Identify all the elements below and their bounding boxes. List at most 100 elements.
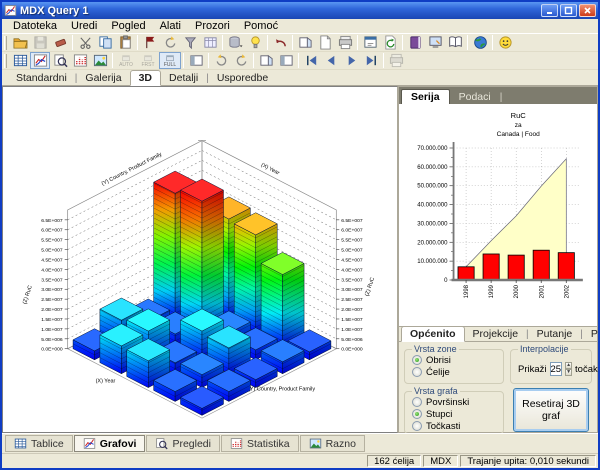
image-icon [93,53,108,68]
clear-button[interactable] [50,34,70,51]
tables-view-button[interactable] [10,52,30,69]
menu-item-2[interactable]: Pogled [104,20,152,32]
filter-button[interactable] [180,34,200,51]
maximize-button[interactable] [560,4,577,17]
tab-galerija[interactable]: Galerija [77,71,129,85]
copy-button[interactable] [95,34,115,51]
fit-auto-button[interactable]: AUTO [115,52,137,69]
refresh-button[interactable] [380,34,400,51]
chart-3d[interactable]: 0.0E+000 0.0E+000 5.0E+006 5.0E+006 1.0E+007… [3,87,397,432]
about-button[interactable] [495,34,515,51]
radio-option-stupci[interactable]: Stupci [412,408,498,420]
open-button[interactable] [10,34,30,51]
pivot-button[interactable] [140,34,160,51]
menu-item-3[interactable]: Alati [153,20,188,32]
misc-view-button[interactable] [90,52,110,69]
spin-up-icon[interactable]: ▲ [565,362,573,369]
grid-chart-button[interactable] [200,34,220,51]
minimize-button[interactable] [541,4,558,17]
card-view-button[interactable] [186,52,206,69]
paste-button[interactable] [115,34,135,51]
z-tick-label-right: 5.0E+006 [341,337,363,343]
radio-icon[interactable] [412,367,422,377]
manual-button[interactable] [445,34,465,51]
bottom-tab-pregledi[interactable]: Pregledi [146,435,220,452]
print-button[interactable] [335,34,355,51]
tab-3d[interactable]: 3D [129,70,162,86]
points-input[interactable]: 25 [549,362,563,376]
radio-icon[interactable] [412,409,422,419]
help-book-button[interactable] [405,34,425,51]
menu-item-4[interactable]: Prozori [188,20,237,32]
preview-button[interactable] [50,52,70,69]
panel-button[interactable] [276,52,296,69]
radio-icon[interactable] [412,397,422,407]
bottom-tab-razno[interactable]: Razno [299,435,365,452]
radio-option-obrisi[interactable]: Obrisi [412,354,498,366]
menu-item-5[interactable]: Pomoć [237,20,285,32]
toolbar-grip[interactable] [4,35,7,50]
new-document-button[interactable] [315,34,335,51]
pages-icon [298,35,313,50]
nav-next-button[interactable] [341,52,361,69]
tab-op-enito[interactable]: Općenito [401,326,465,342]
tab-detalji[interactable]: Detalji [161,71,206,85]
bottom-tab-statistika[interactable]: Statistika [220,435,299,452]
bar-3d [260,252,305,347]
view-toolbar: AUTO FRST FULL [2,52,598,70]
charts-view-button[interactable] [30,52,50,69]
menu-item-1[interactable]: Uredi [64,20,104,32]
rotate-axes-button[interactable] [160,34,180,51]
spin-down-icon[interactable]: ▼ [565,369,573,376]
hint-button[interactable] [245,34,265,51]
demo-button[interactable] [425,34,445,51]
close-button[interactable] [579,4,596,17]
toolbar-grip[interactable] [4,53,7,68]
tab-serija[interactable]: Serija [401,89,450,104]
print-chart-button[interactable] [386,52,406,69]
web-button[interactable] [470,34,490,51]
radio-icon[interactable] [412,421,422,431]
tab-projekcije[interactable]: Projekcije [465,327,527,341]
save-button[interactable] [30,34,50,51]
copy-layout-button[interactable] [256,52,276,69]
status-cell-0: 162 ćelija [367,455,422,467]
rotate-left-button[interactable] [211,52,231,69]
title-bar[interactable]: MDX Query 1 [2,2,598,19]
status-bar: 162 ćelija MDX Trajanje upita: 0,010 sekun… [2,453,598,468]
database-button[interactable] [225,34,245,51]
fit-first-button[interactable]: FRST [137,52,159,69]
tab-standardni[interactable]: Standardni [8,71,75,85]
undo-button[interactable] [270,34,290,51]
menu-item-0[interactable]: Datoteka [6,20,64,32]
rotate-right-button[interactable] [231,52,251,69]
window-title: MDX Query 1 [20,4,89,17]
fit-full-button[interactable]: FULL [159,52,181,69]
tab-putanje[interactable]: Putanje [529,327,581,341]
statistics-button[interactable] [70,52,90,69]
radio-option-povr-inski[interactable]: Površinski [412,396,498,408]
stats-icon [73,53,88,68]
radio-option--elije[interactable]: Ćelije [412,366,498,378]
toolbar-separator [402,35,403,50]
app-icon [4,4,17,17]
pages-button[interactable] [295,34,315,51]
bottom-tab-tablice[interactable]: Tablice [5,435,73,452]
properties-icon [363,35,378,50]
tab-usporedbe[interactable]: Usporedbe [209,71,276,85]
bottom-tab-grafovi[interactable]: Grafovi [73,435,146,452]
chart-title: RuC [511,111,527,120]
z-tick-label-left: 3.0E+007 [41,287,63,293]
radio-icon[interactable] [412,355,422,365]
nav-last-button[interactable] [361,52,381,69]
properties-button[interactable] [360,34,380,51]
tab-podaci[interactable]: Podaci [450,90,500,104]
tab-pomo-[interactable]: Pomoć [583,327,598,341]
fit-full-button-label: FULL [163,61,177,68]
nav-first-button[interactable] [301,52,321,69]
nav-prev-button[interactable] [321,52,341,69]
points-stepper[interactable]: ▲ ▼ [565,362,573,376]
radio-option-to-kasti[interactable]: Točkasti [412,420,498,432]
reset-3d-button[interactable]: Resetiraj 3D graf [513,388,589,432]
cut-button[interactable] [75,34,95,51]
